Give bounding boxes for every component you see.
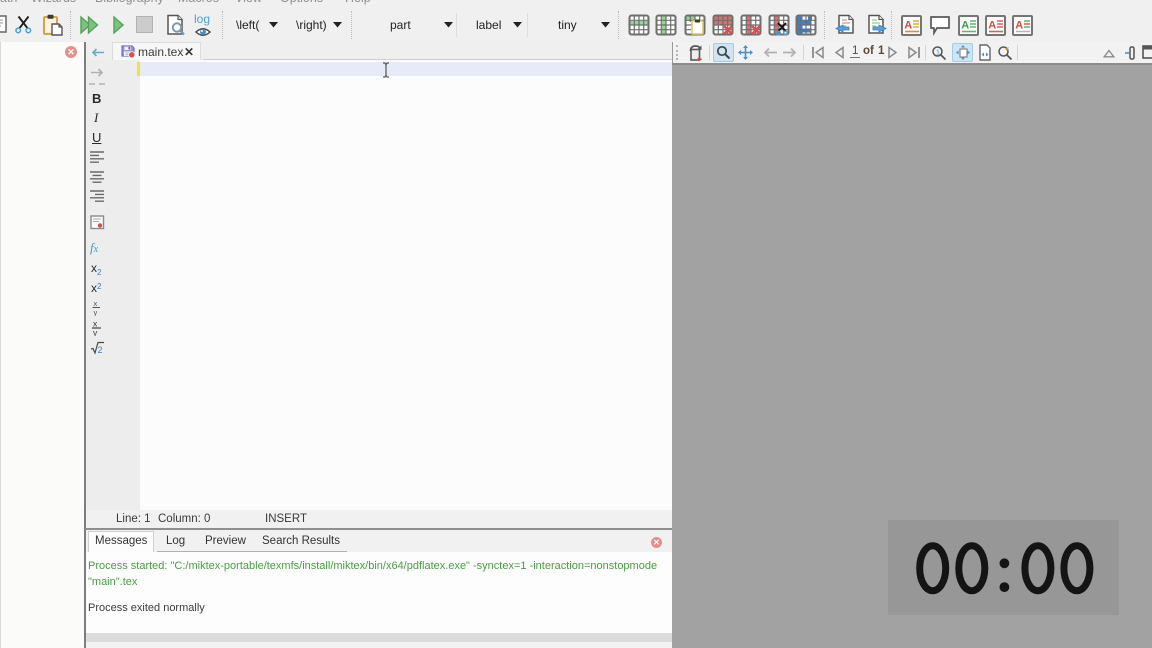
svg-text:A: A [904,20,912,32]
svg-text:A: A [1015,20,1023,32]
svg-text:A: A [961,20,969,32]
svg-text:y: y [93,328,98,337]
svg-text:A: A [988,20,996,32]
svg-text:1: 1 [936,50,940,57]
svg-text:2: 2 [98,345,103,355]
svg-text:x: x [94,299,98,308]
svg-text:y: y [94,308,98,316]
svg-text:log: log [194,12,210,26]
